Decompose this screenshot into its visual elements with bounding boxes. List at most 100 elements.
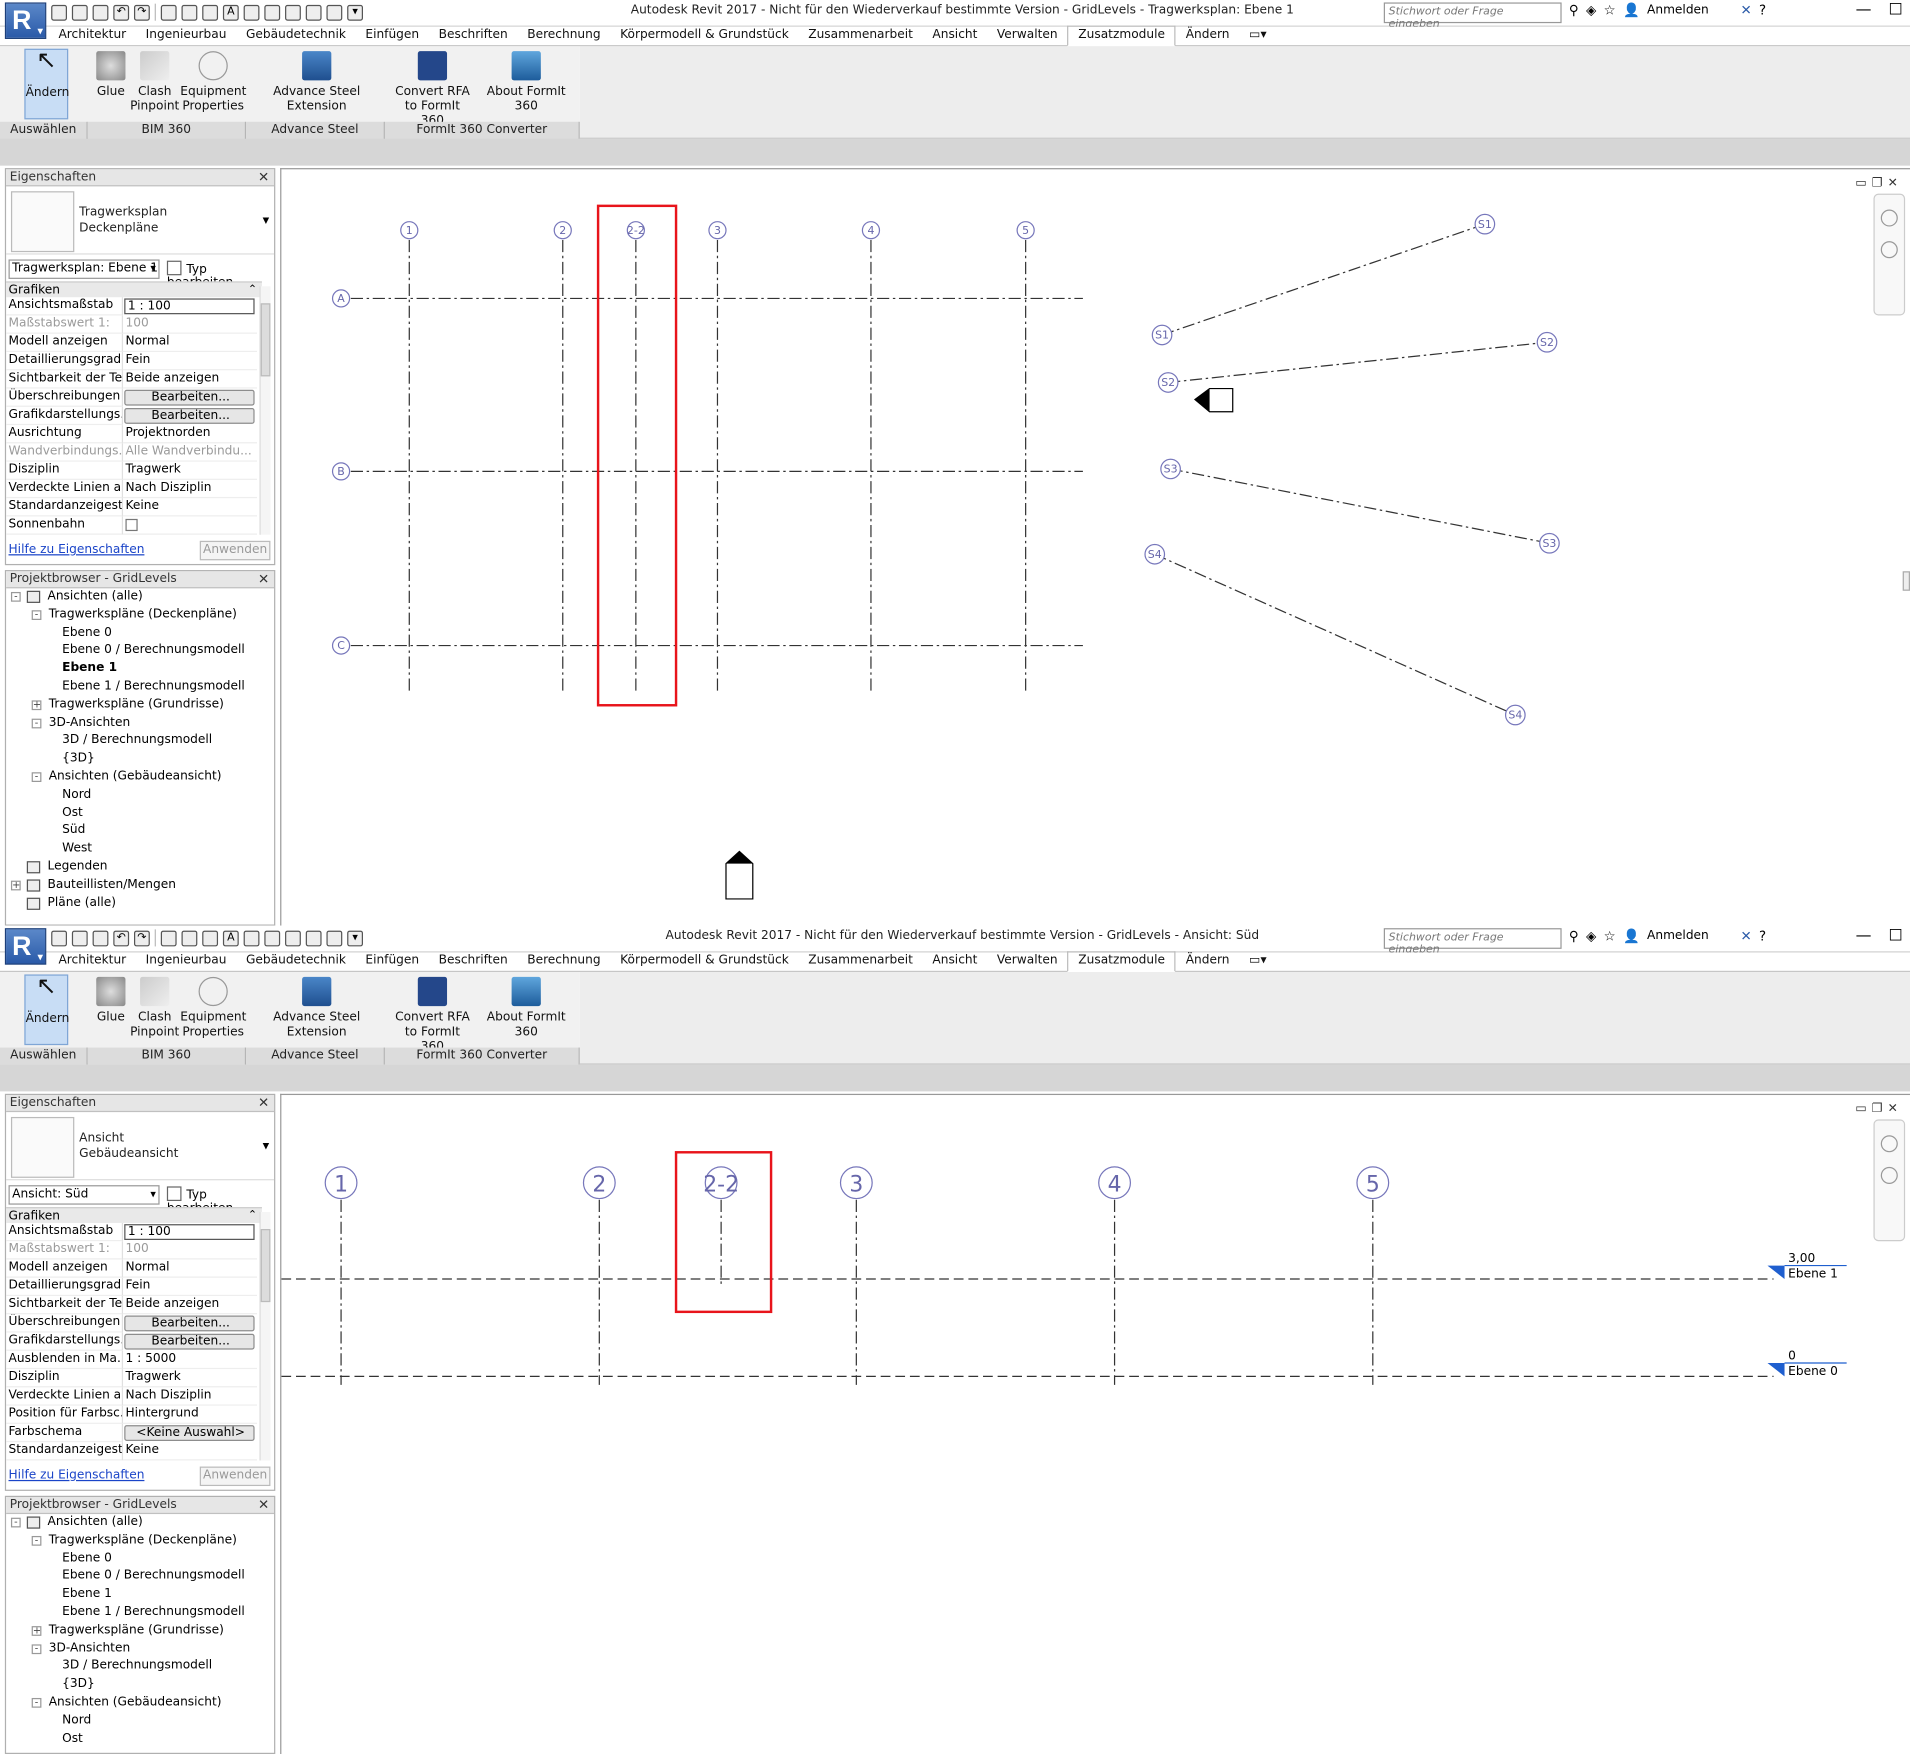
minimize-icon[interactable]: — [1856,1,1872,19]
advance-steel-button[interactable]: Advance Steel Extension [270,49,363,115]
open-icon[interactable] [51,4,67,21]
dimension-icon[interactable] [181,4,198,21]
property-row[interactable]: Modell anzeigen Normal [6,1259,258,1278]
group-graphics[interactable]: Grafiken ⌃ [6,281,262,298]
about-formit-button[interactable]: About FormIt 360 [475,974,577,1040]
instance-selector[interactable]: Tragwerksplan: Ebene 1 [8,259,160,279]
ribbon-tab[interactable]: Berechnung [517,27,610,45]
close-icon[interactable]: ✕ [258,1497,269,1514]
property-row[interactable]: Position für Farbsc... Hintergrund [6,1405,258,1424]
browser-node[interactable]: Ebene 1 [6,660,274,678]
measure-icon[interactable] [160,4,177,21]
ribbon-tab[interactable]: Gebäudetechnik [236,953,355,971]
collapse-node-icon[interactable]: - [31,1697,42,1708]
property-row[interactable]: Ansichtsmaßstab 1 : 100 [6,297,257,316]
property-row[interactable]: Disziplin Tragwerk [6,1369,258,1388]
property-row[interactable]: Standardanzeigesti...Keine [6,498,258,517]
browser-node[interactable]: - Tragwerkspläne (Deckenpläne) [6,606,274,624]
checkbox[interactable] [125,518,138,532]
save-icon[interactable] [71,929,88,946]
group-graphics[interactable]: Grafiken ⌃ [6,1207,262,1223]
binoculars-icon[interactable]: ⚲ [1569,2,1579,18]
thin-lines-icon[interactable] [285,4,301,21]
property-row[interactable]: Sonnenbahn [6,516,258,535]
scroll-thumb[interactable] [260,303,271,377]
edit-property-button[interactable]: Bearbeiten... [124,1333,255,1350]
advance-steel-button[interactable]: Advance Steel Extension [270,974,363,1040]
browser-node[interactable]: - Tragwerkspläne (Deckenpläne) [6,1532,274,1550]
customize-qat-icon[interactable]: ▾ [347,4,363,21]
property-row[interactable]: Verdeckte Linien a... Nach Disziplin [6,479,258,499]
browser-node[interactable]: Süd [6,823,274,841]
property-row[interactable]: Detaillierungsgrad Fein [6,1277,258,1297]
application-menu-button[interactable]: R ▾ [4,928,47,965]
clash-pinpoint-button[interactable]: Clash Pinpoint [129,974,180,1040]
browser-node[interactable]: 3D / Berechnungsmodell [6,1658,274,1676]
scroll-thumb[interactable] [260,1229,271,1303]
property-row[interactable]: Ansichtsmaßstab 1 : 100 [6,1222,257,1242]
binoculars-icon[interactable]: ⚲ [1569,928,1579,944]
level-head-icon[interactable] [1767,1265,1785,1279]
property-row[interactable]: Ausblenden in Ma... 1 : 5000 [6,1350,258,1370]
application-menu-button[interactable]: R ▾ [4,2,47,39]
property-row[interactable]: Verdeckte Linien a... Nach Disziplin [6,1387,258,1406]
text-icon[interactable]: A [222,4,239,21]
drawing-area-elevation[interactable]: ▭ ❐ ✕ 1 2 2-2 3 4 5 3,00 Ebene 1 0 Ebene 0 [280,1093,1910,1754]
close-hidden-icon[interactable] [305,929,322,946]
browser-node[interactable]: - Ansichten (alle) [6,1514,274,1532]
browser-node[interactable]: Ebene 1 [6,1586,274,1604]
browser-node[interactable]: Ebene 0 / Berechnungsmodell [6,1568,274,1586]
property-row[interactable]: Standardanzeigesti...Keine [6,1442,258,1461]
properties-help-link[interactable]: Hilfe zu Eigenschaften [9,1469,145,1482]
dimension-icon[interactable] [181,929,198,946]
instance-selector[interactable]: Ansicht: Süd [8,1185,160,1205]
level-head-icon[interactable] [1767,1363,1785,1377]
browser-node[interactable]: - Ansichten (Gebäudeansicht) [6,1694,274,1712]
ribbon-tab[interactable]: Einfügen [356,953,429,971]
ribbon-tab[interactable]: Zusammenarbeit [798,27,922,45]
expand-node-icon[interactable]: + [31,1625,42,1636]
equipment-properties-button[interactable]: Equipment Properties [180,49,246,115]
switch-windows-icon[interactable] [326,4,343,21]
switch-windows-icon[interactable] [326,929,343,946]
apply-button[interactable]: Anwenden [199,1466,271,1487]
browser-node[interactable]: Ebene 0 [6,624,274,642]
ribbon-tab[interactable]: Ingenieurbau [136,27,236,45]
clash-pinpoint-button[interactable]: Clash Pinpoint [129,49,180,115]
ribbon-tab[interactable]: Beschriften [429,27,518,45]
browser-node[interactable]: -3D-Ansichten [6,1640,274,1658]
ribbon-tab[interactable]: Einfügen [356,27,429,45]
modify-button[interactable]: ↖ Ändern [24,973,69,1046]
edit-property-button[interactable]: <Keine Auswahl> [124,1425,255,1441]
property-row[interactable]: Sichtbarkeit der Te... Beide anzeigen [6,370,258,389]
measure-icon[interactable] [160,929,177,946]
browser-node[interactable]: {3D} [6,1676,274,1694]
search-input[interactable]: Stichwort oder Frage eingeben [1383,928,1562,956]
user-icon[interactable]: 👤 [1623,2,1640,18]
browser-node[interactable]: -3D-Ansichten [6,714,274,732]
user-icon[interactable]: 👤 [1623,928,1640,944]
property-row[interactable]: Disziplin Tragwerk [6,461,258,480]
browser-node[interactable]: + Tragwerkspläne (Grundrisse) [6,696,274,714]
property-row[interactable]: Sichtbarkeit der Te... Beide anzeigen [6,1296,258,1315]
browser-node[interactable]: Legenden [6,859,274,877]
property-row[interactable]: Modell anzeigen Normal [6,333,258,353]
subscription-icon[interactable]: ◈ [1586,2,1596,18]
ribbon-tab[interactable]: Berechnung [517,953,610,971]
ribbon-tab[interactable]: Ändern [1176,27,1239,45]
ribbon-tab[interactable]: Ansicht [923,27,987,45]
maximize-icon[interactable]: ☐ [1888,927,1902,945]
browser-node[interactable]: {3D} [6,751,274,769]
slanted-grid-line[interactable] [1170,468,1550,544]
type-selector[interactable]: Ansicht Gebäudeansicht ▼ [6,1112,275,1181]
ribbon-tab[interactable]: Zusatzmodule [1067,951,1176,973]
property-value[interactable]: 1 : 100 [124,1224,255,1240]
properties-scrollbar[interactable] [259,286,271,535]
property-row[interactable]: Grafikdarstellungs... Bearbeiten... [6,406,257,426]
browser-node[interactable]: Pläne (alle) [6,895,274,913]
modify-button[interactable]: ↖ Ändern [24,48,69,120]
customize-qat-icon[interactable]: ▾ [347,929,363,946]
ribbon-tab[interactable]: Architektur [49,27,136,45]
section-icon[interactable] [264,929,281,946]
close-icon[interactable]: ✕ [258,1095,269,1112]
